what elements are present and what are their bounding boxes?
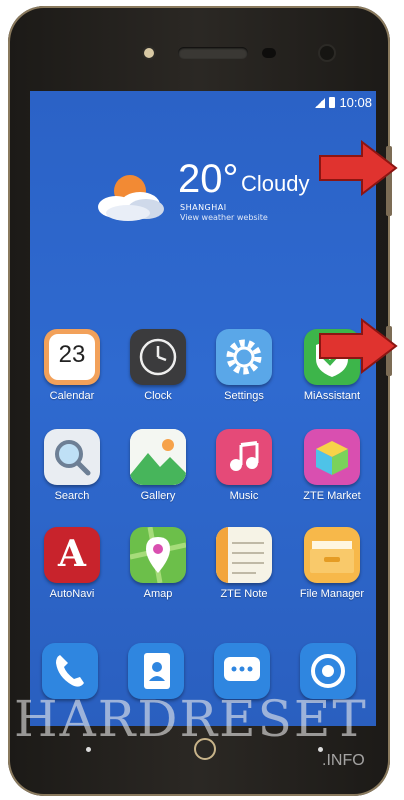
signal-icon xyxy=(315,97,326,108)
calendar-day: 23 xyxy=(58,341,86,368)
dock-camera[interactable] xyxy=(370,643,376,699)
app-label: ZTE Market xyxy=(303,490,361,502)
watermark-suffix: .INFO xyxy=(322,752,365,769)
autonavi-icon: A xyxy=(44,527,100,583)
weather-link[interactable]: View weather website xyxy=(180,213,268,222)
app-label: Amap xyxy=(143,588,173,600)
arrow-power-icon xyxy=(319,318,398,374)
battery-icon xyxy=(329,97,336,108)
temperature: 20° xyxy=(178,157,239,201)
app-zte-market[interactable]: ZTE Market xyxy=(292,429,372,502)
app-label: Calendar xyxy=(49,390,95,402)
app-calendar[interactable]: 23 Calendar xyxy=(32,329,112,402)
app-label: File Manager xyxy=(299,588,365,600)
arrow-volume-icon xyxy=(319,140,398,196)
calendar-icon: 23 xyxy=(44,329,100,385)
clock-icon xyxy=(130,329,186,385)
app-search[interactable]: Search xyxy=(32,429,112,502)
status-time: 10:08 xyxy=(339,95,372,110)
app-music[interactable]: Music xyxy=(204,429,284,502)
app-file-manager[interactable]: File Manager xyxy=(292,527,372,600)
watermark: HARDRESET xyxy=(14,690,368,748)
app-label: Music xyxy=(229,490,259,502)
partly-cloudy-icon xyxy=(98,175,164,221)
cube-icon xyxy=(304,429,360,485)
music-icon xyxy=(216,429,272,485)
map-pin-icon xyxy=(130,527,186,583)
earpiece-speaker xyxy=(178,47,248,59)
folder-icon xyxy=(304,527,360,583)
app-label: Clock xyxy=(144,390,172,402)
status-bar: 10:08 xyxy=(315,95,372,110)
app-label: AutoNavi xyxy=(49,588,95,600)
autonavi-glyph: A xyxy=(58,533,86,575)
search-icon xyxy=(44,429,100,485)
app-autonavi[interactable]: A AutoNavi xyxy=(32,527,112,600)
app-gallery[interactable]: Gallery xyxy=(118,429,198,502)
gear-icon xyxy=(216,329,272,385)
app-label: Settings xyxy=(224,390,264,402)
app-label: MiAssistant xyxy=(303,390,361,402)
app-amap[interactable]: Amap xyxy=(118,527,198,600)
app-zte-note[interactable]: ZTE Note xyxy=(204,527,284,600)
notepad-icon xyxy=(216,527,272,583)
app-label: Gallery xyxy=(140,490,176,502)
gallery-icon xyxy=(130,429,186,485)
weather-city: SHANGHAI xyxy=(180,203,227,212)
front-camera-icon xyxy=(320,46,334,60)
app-label: ZTE Note xyxy=(220,588,268,600)
weather-condition: Cloudy xyxy=(241,171,310,196)
app-clock[interactable]: Clock xyxy=(118,329,198,402)
front-flash-icon xyxy=(144,48,154,58)
proximity-sensor xyxy=(262,48,276,58)
app-settings[interactable]: Settings xyxy=(204,329,284,402)
app-label: Search xyxy=(54,490,90,502)
